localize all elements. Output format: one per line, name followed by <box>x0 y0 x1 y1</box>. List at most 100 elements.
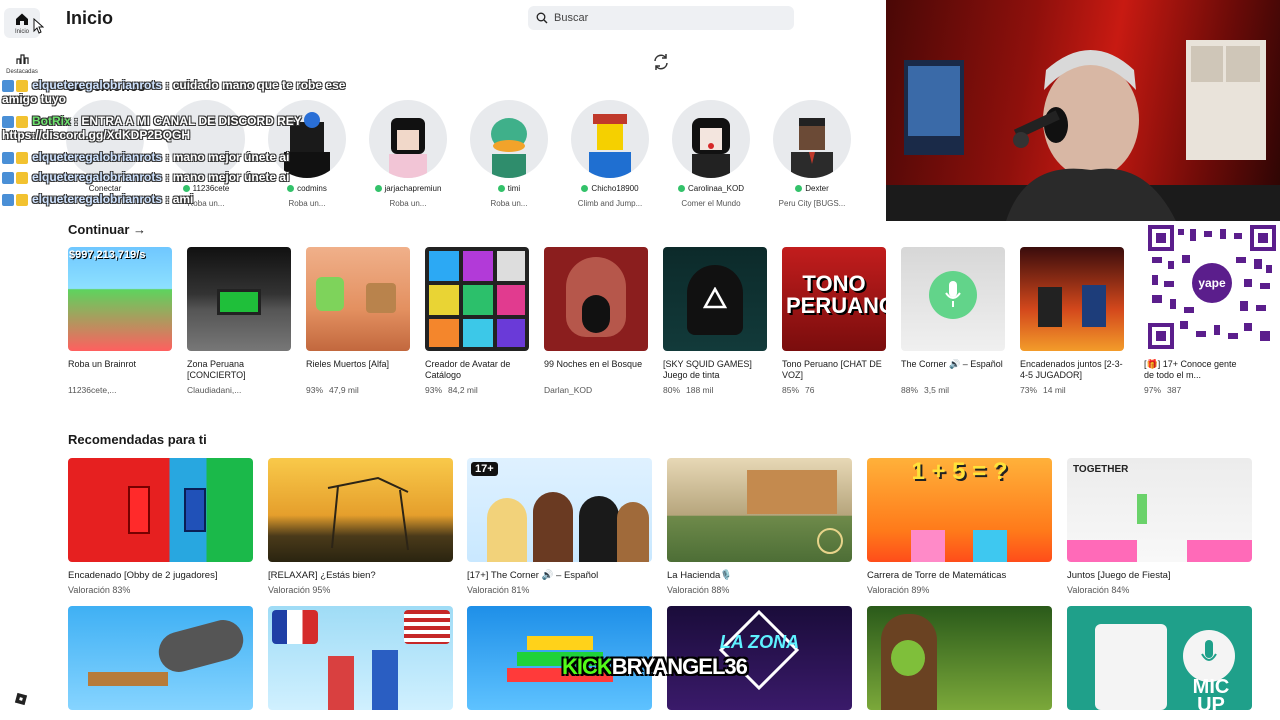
recommended-game-card[interactable]: MIC UP <box>1067 606 1252 710</box>
game-players: 3,5 mil <box>924 385 950 395</box>
thumbnail-overlay-text: MIC UP <box>1192 676 1230 710</box>
online-indicator <box>677 185 685 192</box>
game-title: [17+] The Corner 🔊 – Español <box>467 570 599 581</box>
friend-name: Carolinaa_KOD <box>687 184 745 193</box>
recommended-heading: Recomendadas para ti <box>68 432 207 447</box>
game-card[interactable]: Zona Peruana [CONCIERTO] Claudiadani,... <box>187 247 291 395</box>
friend-game: Climb and Jump... <box>577 199 643 208</box>
game-title: Roba un Brainrot <box>68 359 137 369</box>
game-players: 387 <box>1167 385 1182 395</box>
game-card[interactable]: The Corner 🔊 – Español 88% 3,5 mil <box>901 247 1005 395</box>
game-players: 47,9 mil <box>329 385 359 395</box>
streamer-handle: BRYANGEL36 <box>611 654 748 679</box>
chat-message: elqueteregalobrianrots : ami <box>2 192 352 206</box>
game-thumbnail: TOGETHER <box>1067 458 1252 562</box>
moderator-badge-icon <box>2 171 14 184</box>
avatar <box>470 100 548 178</box>
friend-item[interactable]: Carolinaa_KOD Comer el Mundo <box>666 100 756 208</box>
game-thumbnail: MIC UP <box>1067 606 1252 710</box>
game-thumbnail <box>667 458 852 562</box>
game-card[interactable]: TONO PERUANO Tono Peruano [CHAT DE VOZ] … <box>782 247 886 395</box>
friend-name: Chicho18900 <box>591 184 639 193</box>
friend-game: Peru City [BUGS... <box>778 199 846 208</box>
game-card[interactable]: $997,213,719/s Roba un Brainrot 11236cet… <box>68 247 172 395</box>
game-thumbnail <box>544 247 648 351</box>
chat-text: : mano mejor únete ai <box>165 150 290 164</box>
friend-game: Comer el Mundo <box>681 199 741 208</box>
search-input[interactable] <box>554 12 774 24</box>
game-rating: 93% <box>306 385 324 395</box>
recommended-game-card[interactable]: [RELAXAR] ¿Estás bien? Valoración 95% <box>268 458 453 595</box>
chat-user: BotRix <box>32 114 71 128</box>
avatar <box>773 100 851 178</box>
game-card[interactable]: Rieles Muertos [Alfa] 93% 47,9 mil <box>306 247 410 395</box>
recommended-game-card[interactable]: Encadenado [Obby de 2 jugadores] Valorac… <box>68 458 253 595</box>
game-thumbnail <box>1020 247 1124 351</box>
recommended-game-card[interactable] <box>68 606 253 710</box>
game-card[interactable]: Creador de Avatar de Catálogo 93% 84,2 mi… <box>425 247 529 395</box>
search-bar[interactable] <box>528 6 794 30</box>
chat-user: elqueteregalobrianrots <box>32 78 163 92</box>
recommended-game-card[interactable]: La Hacienda🎙️ Valoración 88% <box>667 458 852 595</box>
online-indicator <box>374 185 382 192</box>
recommended-game-card[interactable]: 17+ [17+] The Corner 🔊 – Español Valorac… <box>467 458 652 595</box>
game-thumbnail <box>68 606 253 710</box>
thumbnail-overlay-text: LA ZONA <box>719 632 800 652</box>
moderator-badge-icon <box>2 151 14 164</box>
game-rating: 88% <box>901 385 919 395</box>
moderator-badge-icon <box>2 193 14 206</box>
avatar <box>571 100 649 178</box>
avatar <box>369 100 447 178</box>
friend-item[interactable]: Dexter Peru City [BUGS... <box>767 100 857 208</box>
game-title: 99 Noches en el Bosque <box>544 359 643 369</box>
game-rating: Valoración 89% <box>867 585 930 595</box>
rail-featured[interactable]: Destacadas <box>4 52 40 75</box>
game-title: Tono Peruano [CHAT DE VOZ] <box>782 359 882 380</box>
game-rating: 97% <box>1144 385 1162 395</box>
crown-badge-icon <box>16 79 28 92</box>
game-card[interactable]: [🎁] 17+ Conoce gente de todo el m... 97%… <box>1144 353 1248 395</box>
thumbnail-overlay-text: 1 + 5 = ? <box>911 458 1008 485</box>
game-title: The Corner 🔊 – Español <box>901 359 1003 369</box>
crown-badge-icon <box>16 171 28 184</box>
game-title: La Hacienda🎙️ <box>667 570 733 581</box>
game-thumbnail <box>663 247 767 351</box>
online-indicator <box>497 185 505 192</box>
friend-item[interactable]: jarjachapremiun Roba un... <box>363 100 453 208</box>
game-players: Darlan_KOD <box>544 385 593 395</box>
qr-code: yape <box>1144 221 1280 353</box>
refresh-icon[interactable] <box>651 52 671 72</box>
chat-message: elqueteregalobrianrots : mano mejor únet… <box>2 170 352 184</box>
game-card[interactable]: 99 Noches en el Bosque Darlan_KOD <box>544 247 648 395</box>
game-rating: 85% <box>782 385 800 395</box>
friend-item[interactable]: timi Roba un... <box>464 100 554 208</box>
game-rating: Valoración 81% <box>467 585 530 595</box>
crown-badge-icon <box>16 193 28 206</box>
chat-user: elqueteregalobrianrots <box>32 192 163 206</box>
recommended-game-card[interactable]: 1 + 5 = ? Carrera de Torre de Matemática… <box>867 458 1052 595</box>
home-icon <box>16 13 28 25</box>
age-badge: 17+ <box>471 462 498 476</box>
stream-chat-overlay: elqueteregalobrianrots : cuidado mano qu… <box>2 78 352 214</box>
game-thumbnail <box>901 247 1005 351</box>
game-thumbnail <box>425 247 529 351</box>
chat-user: elqueteregalobrianrots <box>32 150 163 164</box>
recommended-game-card[interactable]: TOGETHER Juntos [Juego de Fiesta] Valora… <box>1067 458 1252 595</box>
game-rating: Valoración 95% <box>268 585 331 595</box>
roblox-logo-icon <box>14 692 28 706</box>
friend-item[interactable]: Chicho18900 Climb and Jump... <box>565 100 655 208</box>
game-card[interactable]: [SKY SQUID GAMES] Juego de tinta 80% 188 … <box>663 247 767 395</box>
game-thumbnail <box>268 606 453 710</box>
game-title: Juntos [Juego de Fiesta] <box>1067 570 1171 581</box>
game-card[interactable]: Encadenados juntos [2-3-4-5 JUGADOR] 73%… <box>1020 247 1124 395</box>
recommended-game-card[interactable] <box>867 606 1052 710</box>
game-thumbnail: 1 + 5 = ? <box>867 458 1052 562</box>
rail-featured-label: Destacadas <box>6 69 38 75</box>
game-thumbnail <box>187 247 291 351</box>
online-indicator <box>581 185 589 192</box>
recommended-game-card[interactable] <box>268 606 453 710</box>
friend-name: jarjachapremiun <box>384 184 442 193</box>
chart-icon <box>16 54 29 64</box>
mouse-cursor-icon <box>33 18 44 34</box>
game-rating: Valoración 84% <box>1067 585 1130 595</box>
